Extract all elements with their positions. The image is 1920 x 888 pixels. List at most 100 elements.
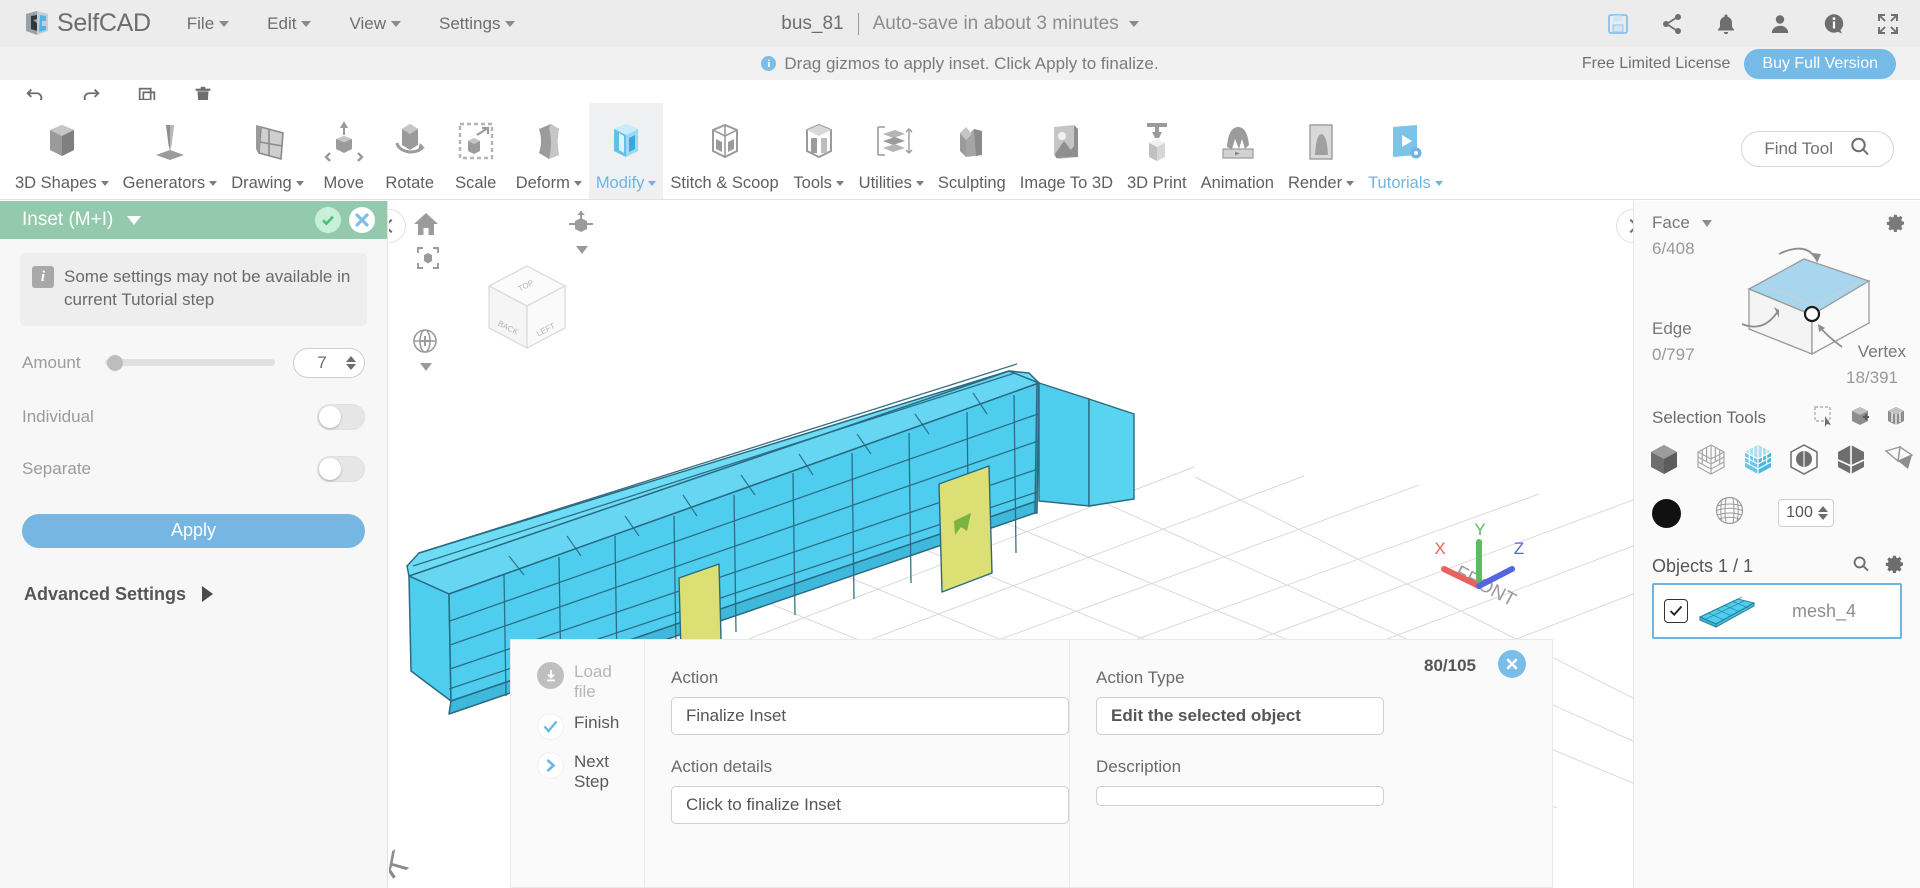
3d-viewport[interactable]: FRONT BACK TOP BACK LEFT Y X Z Load file… — [389, 201, 1633, 888]
tool-image-to-3d[interactable]: Image To 3D — [1013, 103, 1120, 199]
menu-view[interactable]: View — [349, 14, 402, 34]
chevron-down-icon — [1434, 181, 1443, 186]
tool-generators[interactable]: Generators — [116, 103, 225, 199]
close-button[interactable] — [349, 207, 375, 233]
solid-brush-icon[interactable] — [1652, 498, 1681, 528]
object-list-item[interactable]: mesh_4 — [1652, 583, 1902, 639]
brush-size-stepper[interactable]: 100 — [1778, 499, 1834, 527]
chevron-down-icon — [295, 181, 304, 186]
polygon-select-icon[interactable] — [1880, 441, 1916, 477]
share-icon[interactable] — [1660, 12, 1684, 36]
tool-stitch-and-scoop[interactable]: Stitch & Scoop — [663, 103, 785, 199]
add-selection-icon[interactable] — [1849, 405, 1871, 432]
action-details-value[interactable]: Click to finalize Inset — [671, 786, 1069, 824]
home-view-icon[interactable] — [412, 210, 440, 238]
perspective-view-icon[interactable] — [567, 210, 595, 238]
separate-row: Separate — [0, 455, 387, 482]
tool-render[interactable]: Render — [1281, 103, 1361, 199]
stepper-arrows[interactable] — [346, 355, 356, 370]
apply-button[interactable]: Apply — [22, 513, 365, 548]
object-visibility-checkbox[interactable] — [1664, 599, 1688, 623]
chevron-right-icon — [202, 586, 214, 603]
chevron-up-icon[interactable] — [1818, 506, 1828, 512]
tool-sculpting[interactable]: Sculpting — [931, 103, 1013, 199]
chevron-up-icon[interactable] — [346, 355, 356, 362]
face-select-icon[interactable] — [1740, 441, 1776, 477]
tool-animation[interactable]: Animation — [1194, 103, 1281, 199]
tutorial-step-counter: 80/105 — [1424, 656, 1476, 675]
tool-3d-shapes[interactable]: 3D Shapes — [8, 103, 116, 199]
vertex-select-icon[interactable] — [1693, 441, 1729, 477]
tool-deform[interactable]: Deform — [509, 103, 589, 199]
tool-move[interactable]: Move — [311, 103, 377, 199]
amount-value: 7 — [317, 352, 327, 372]
tool-scale[interactable]: Scale — [443, 103, 509, 199]
tool-drawing[interactable]: Drawing — [224, 103, 311, 199]
chevron-down-icon[interactable] — [346, 363, 356, 370]
chevron-down-icon[interactable] — [1818, 514, 1828, 520]
fullscreen-icon[interactable] — [1876, 12, 1900, 36]
tool-utilities[interactable]: Utilities — [852, 103, 931, 199]
brand-logo[interactable]: SelfCAD — [22, 9, 151, 39]
tool-rotate[interactable]: Rotate — [377, 103, 443, 199]
fit-to-view-icon[interactable] — [416, 246, 440, 270]
objects-header: Objects 1 / 1 — [1634, 549, 1920, 583]
invert-selection-icon[interactable] — [1885, 405, 1907, 432]
chevron-down-icon — [209, 181, 218, 186]
gear-icon[interactable] — [1885, 554, 1905, 579]
tutorial-panel: Load file Finish Next Step Action Finali… — [510, 639, 1553, 888]
confirm-button[interactable] — [315, 207, 341, 233]
bell-icon[interactable] — [1714, 12, 1738, 36]
scale-icon — [450, 116, 502, 168]
tutorial-step-next[interactable]: Next Step — [511, 752, 644, 791]
menu-edit[interactable]: Edit — [267, 14, 312, 34]
tool-tutorials[interactable]: Tutorials — [1361, 103, 1450, 199]
tutorial-step-finish[interactable]: Finish — [511, 713, 644, 741]
amount-stepper[interactable]: 7 — [293, 347, 365, 378]
separate-toggle[interactable] — [317, 455, 365, 482]
tutorial-step-load-file[interactable]: Load file — [511, 662, 644, 701]
orbit-mode-icon[interactable] — [411, 327, 439, 355]
stitch-icon — [699, 116, 751, 168]
save-icon[interactable] — [1606, 12, 1630, 36]
find-tool-search[interactable]: Find Tool — [1741, 131, 1894, 167]
tool-modify[interactable]: Modify — [588, 103, 664, 199]
tool-stitch-label: Stitch & Scoop — [670, 174, 779, 192]
tool-3d-print[interactable]: 3D Print — [1120, 103, 1194, 199]
chevron-down-icon — [915, 181, 924, 186]
action-value[interactable]: Finalize Inset — [671, 697, 1069, 735]
stepper-arrows[interactable] — [1818, 506, 1828, 520]
amount-slider[interactable] — [104, 353, 275, 373]
edge-count: 0/797 — [1652, 345, 1695, 364]
modify-icon — [600, 116, 652, 168]
action-type-value[interactable]: Edit the selected object — [1096, 697, 1384, 735]
object-select-icon[interactable] — [1646, 441, 1682, 477]
rectangle-select-icon[interactable] — [1813, 405, 1835, 432]
hint-text: Drag gizmos to apply inset. Click Apply … — [784, 53, 1159, 73]
slider-handle[interactable] — [106, 354, 123, 371]
chevron-down-icon[interactable] — [576, 246, 588, 254]
search-icon[interactable] — [1851, 554, 1871, 579]
individual-toggle[interactable] — [317, 403, 365, 430]
user-icon[interactable] — [1768, 12, 1792, 36]
toggle-knob — [319, 457, 341, 480]
description-value[interactable] — [1096, 786, 1384, 806]
advanced-settings-row[interactable]: Advanced Settings — [0, 584, 387, 605]
chevron-down-icon[interactable] — [420, 363, 432, 371]
search-icon[interactable] — [1847, 134, 1873, 165]
menu-file[interactable]: File — [187, 14, 230, 34]
tutorial-step-label: Finish — [574, 713, 620, 733]
edge-loop-select-icon[interactable] — [1833, 441, 1869, 477]
tool-tools[interactable]: Tools — [786, 103, 852, 199]
buy-full-version-button[interactable]: Buy Full Version — [1744, 48, 1896, 79]
info-icon[interactable] — [1822, 12, 1846, 36]
sphere-select-icon[interactable] — [1786, 441, 1822, 477]
close-tutorial-button[interactable] — [1498, 650, 1526, 678]
soft-brush-icon[interactable] — [1715, 496, 1744, 530]
inset-panel-title-group[interactable]: Inset (M+I) — [22, 209, 142, 231]
axis-x-label: X — [1434, 539, 1445, 558]
menu-settings[interactable]: Settings — [439, 14, 516, 34]
view-cube[interactable]: TOP BACK LEFT — [467, 246, 587, 366]
tutorial-steps: Load file Finish Next Step — [511, 640, 645, 888]
move-icon — [318, 116, 370, 168]
